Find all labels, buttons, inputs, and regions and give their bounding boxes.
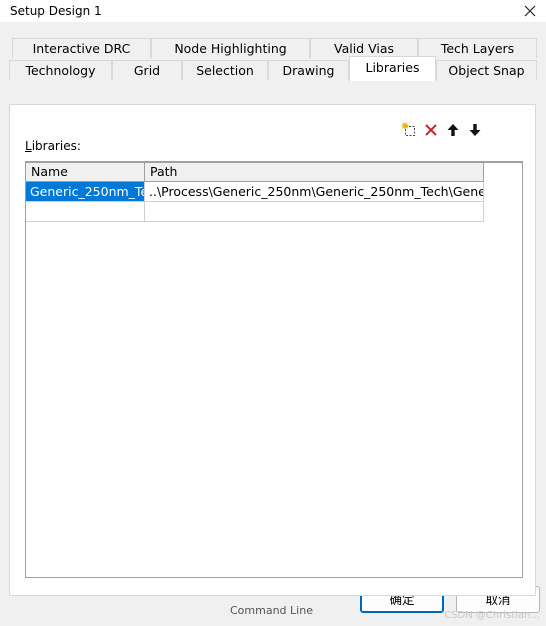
tab-tech-layers[interactable]: Tech Layers — [418, 38, 537, 58]
close-button[interactable] — [518, 0, 542, 22]
tab-technology[interactable]: Technology — [9, 60, 112, 80]
libraries-label-text: ibraries: — [31, 139, 81, 153]
tab-label: Grid — [133, 63, 161, 78]
table-row[interactable] — [26, 202, 484, 222]
title-bar: Setup Design 1 — [0, 0, 546, 22]
column-header-name[interactable]: Name — [26, 163, 145, 182]
tab-object-snap[interactable]: Object Snap — [436, 60, 537, 80]
tab-label: Object Snap — [448, 63, 525, 78]
tab-node-highlighting[interactable]: Node Highlighting — [151, 38, 310, 58]
libraries-grid[interactable]: Name Path Generic_250nm_Tech ..\Process\… — [25, 161, 523, 578]
libraries-label: Libraries: — [25, 139, 81, 153]
tab-label: Valid Vias — [333, 41, 395, 56]
arrow-down-icon — [469, 124, 481, 136]
table-row[interactable]: Generic_250nm_Tech ..\Process\Generic_25… — [26, 182, 484, 202]
tab-valid-vias[interactable]: Valid Vias — [310, 38, 418, 58]
arrow-up-icon — [447, 124, 459, 136]
move-down-button[interactable] — [466, 121, 484, 139]
dialog-body: Interactive DRC Node Highlighting Valid … — [0, 22, 546, 626]
tab-selection[interactable]: Selection — [182, 60, 268, 80]
tab-grid[interactable]: Grid — [112, 60, 182, 80]
tab-libraries[interactable]: Libraries — [349, 56, 436, 81]
library-name-cell[interactable] — [26, 202, 145, 222]
libraries-label-mnemonic: L — [25, 139, 32, 153]
background-window-text: Command Line — [230, 604, 313, 617]
delete-x-icon — [425, 124, 437, 136]
tab-label: Libraries — [365, 60, 420, 75]
tab-label: Node Highlighting — [174, 41, 287, 56]
tab-label: Selection — [196, 63, 254, 78]
close-icon — [524, 5, 536, 17]
tab-label: Technology — [25, 63, 96, 78]
tab-label: Interactive DRC — [32, 41, 131, 56]
delete-library-button[interactable] — [422, 121, 440, 139]
window-title: Setup Design 1 — [10, 4, 102, 18]
column-header-path[interactable]: Path — [145, 163, 484, 182]
watermark: CSDN @Christian... — [444, 610, 540, 621]
new-library-button[interactable] — [400, 121, 418, 139]
tab-interactive-drc[interactable]: Interactive DRC — [12, 38, 151, 58]
library-path-cell[interactable] — [145, 202, 484, 222]
tab-drawing[interactable]: Drawing — [268, 60, 349, 80]
grid-header: Name Path — [26, 163, 484, 182]
new-item-icon — [401, 122, 415, 136]
tab-label: Drawing — [282, 63, 335, 78]
library-path-cell[interactable]: ..\Process\Generic_250nm\Generic_250nm_T… — [145, 182, 484, 202]
libraries-tab-panel: Libraries: Name Path Generic_250nm_Tech … — [9, 104, 536, 596]
library-name-cell[interactable]: Generic_250nm_Tech — [26, 182, 145, 202]
tab-label: Tech Layers — [440, 41, 515, 56]
move-up-button[interactable] — [444, 121, 462, 139]
